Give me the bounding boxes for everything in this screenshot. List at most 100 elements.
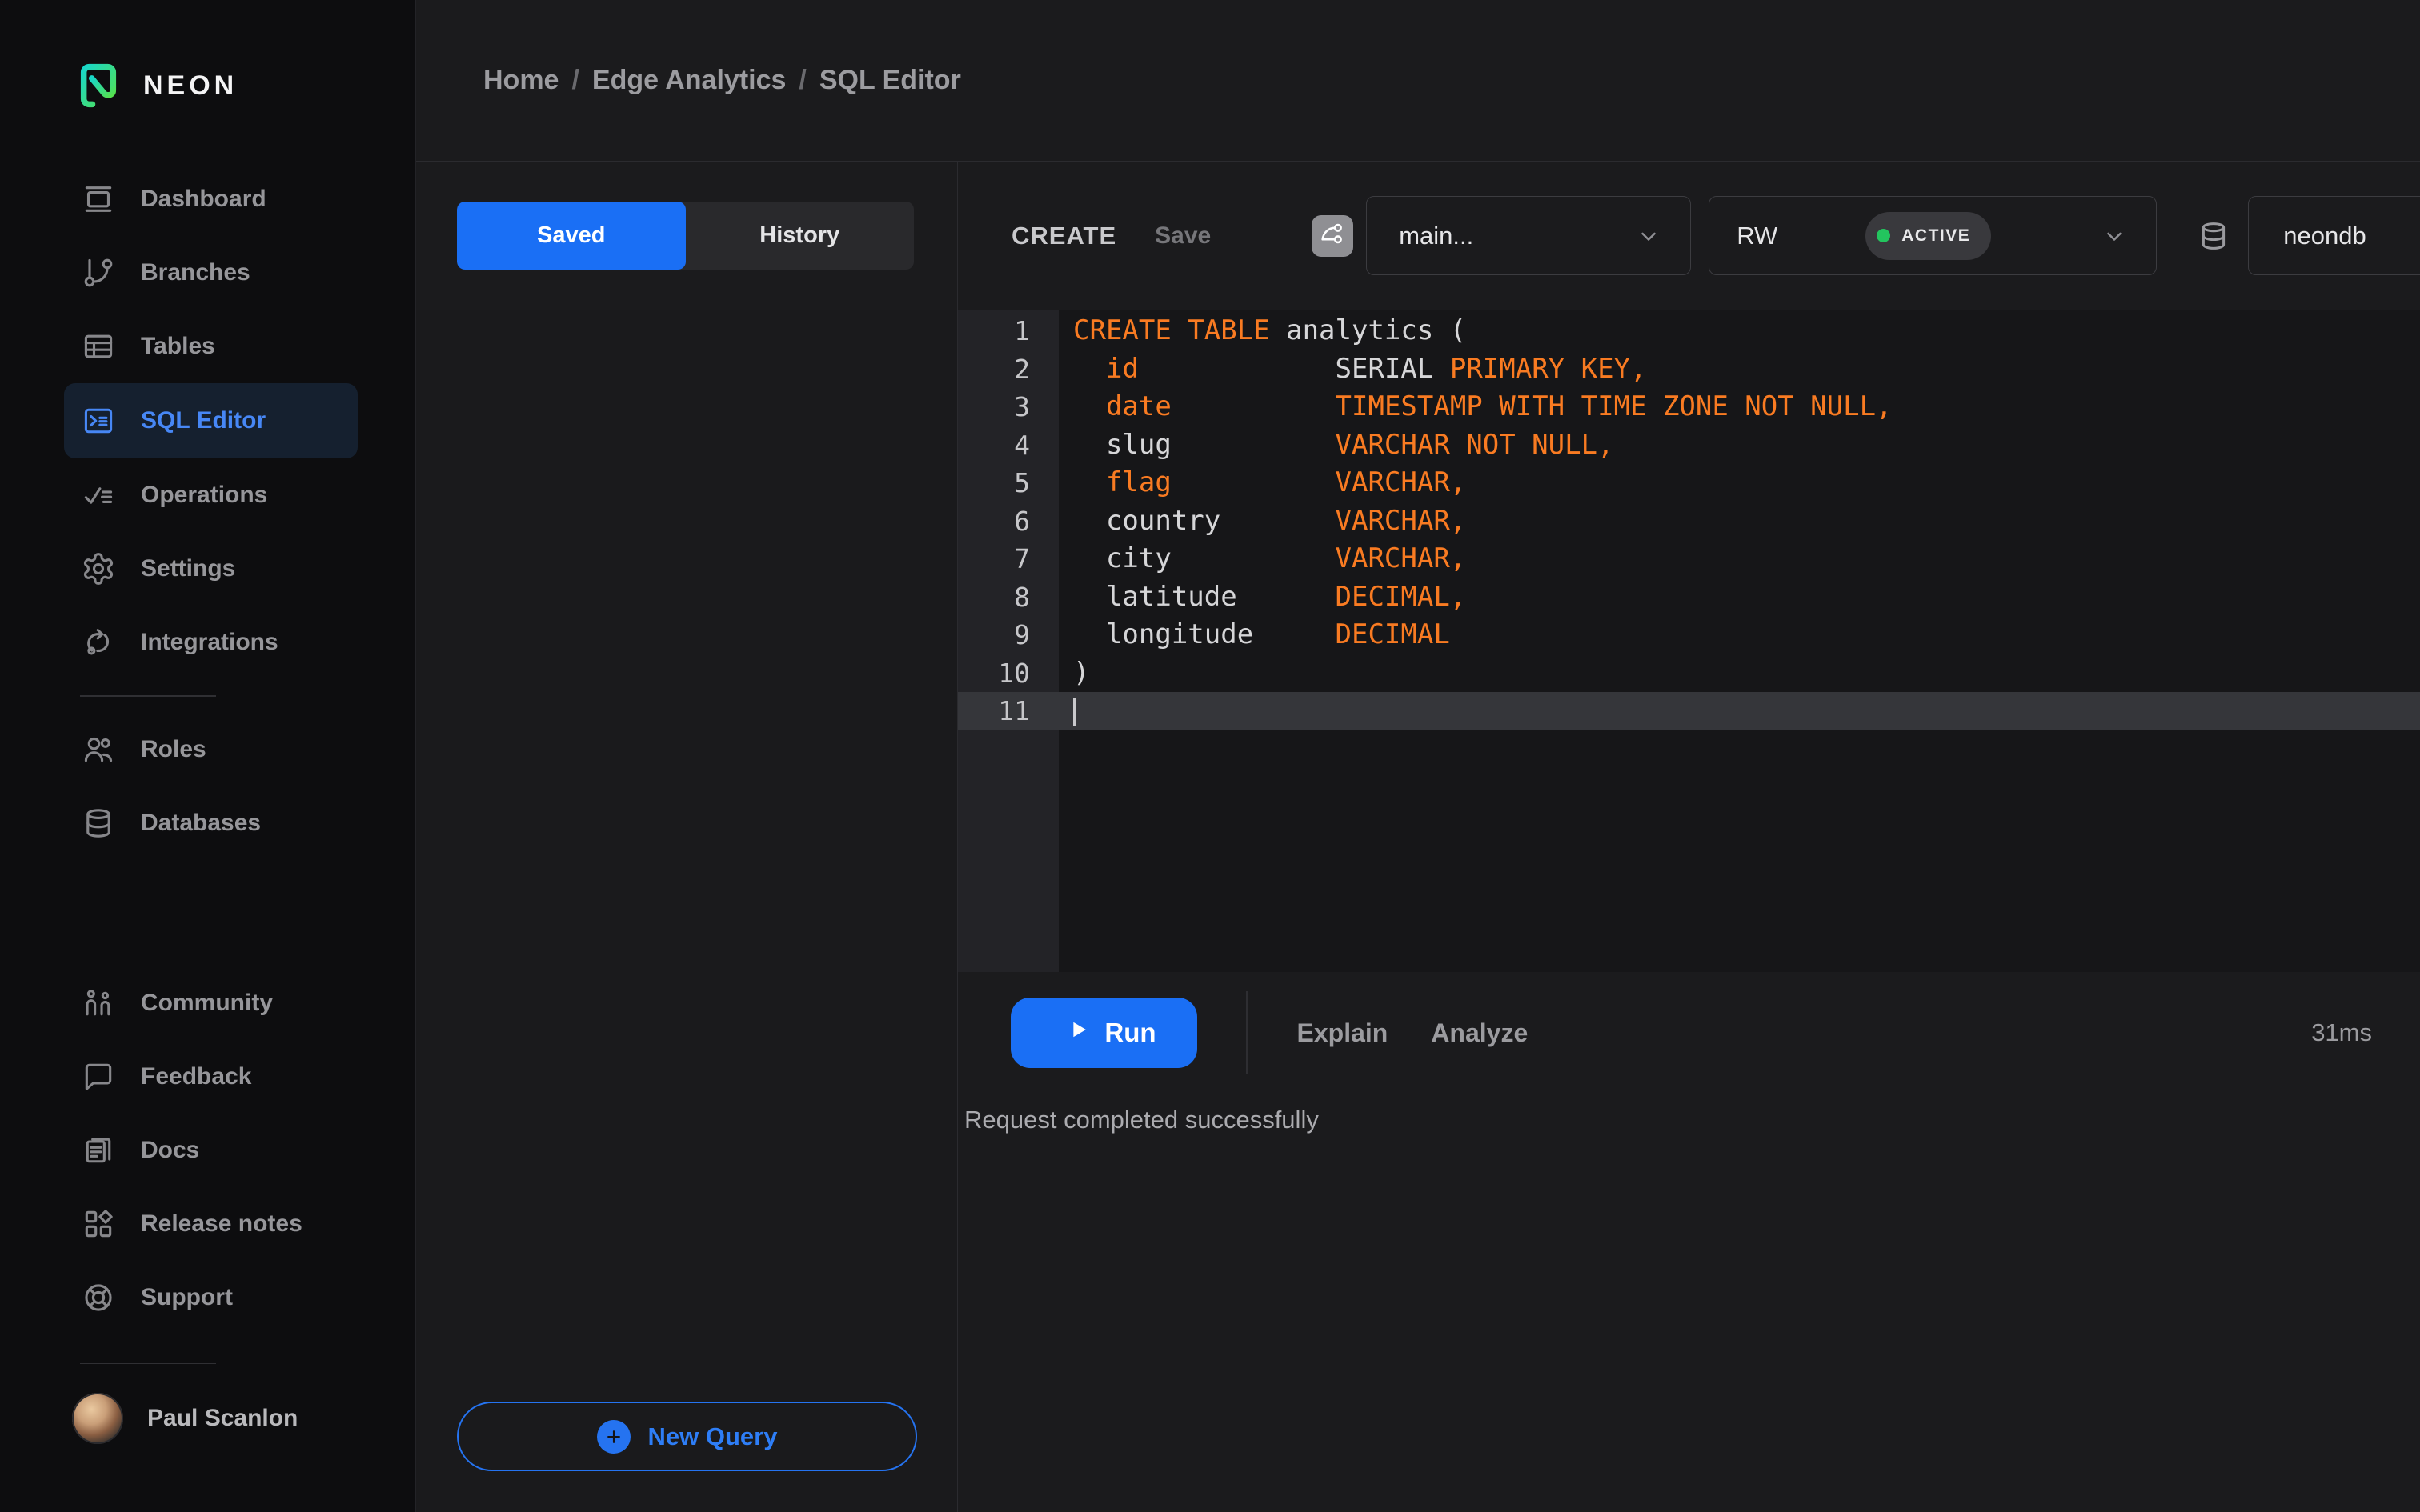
query-title-tab[interactable]: CREATE [1012, 222, 1116, 250]
run-button[interactable]: Run [1011, 998, 1197, 1068]
database-icon [80, 805, 117, 842]
plus-icon [596, 1419, 631, 1454]
sidebar-item-databases[interactable]: Databases [0, 786, 415, 860]
brand-logo[interactable]: NEON [0, 0, 415, 109]
sidebar-item-label: Dashboard [141, 186, 266, 212]
sidebar-item-label: Release notes [141, 1210, 302, 1237]
operations-check-icon [80, 477, 117, 514]
compute-status-badge: ACTIVE [1865, 211, 1992, 260]
sidebar-item-sql-editor[interactable]: SQL Editor [64, 383, 358, 458]
neon-logo-icon [80, 63, 117, 108]
sidebar-item-feedback[interactable]: Feedback [0, 1040, 415, 1114]
saved-queries-panel: New Query [416, 310, 958, 1512]
code-line-2[interactable]: id SERIAL PRIMARY KEY, [1059, 350, 2420, 389]
community-icon [80, 985, 117, 1022]
sidebar-item-label: Feedback [141, 1062, 252, 1090]
sidebar-item-branches[interactable]: Branches [0, 236, 415, 310]
git-branch-icon [80, 254, 117, 291]
code-line-8[interactable]: latitude DECIMAL, [1059, 578, 2420, 617]
sidebar-item-label: Operations [141, 482, 268, 508]
line-number: 8 [1014, 581, 1030, 613]
sidebar-item-roles[interactable]: Roles [0, 713, 415, 786]
chevron-down-icon [2100, 222, 2129, 250]
code-line-9[interactable]: longitude DECIMAL [1059, 616, 2420, 654]
main-area: Home / Edge Analytics / SQL Editor Saved… [416, 0, 2420, 1512]
saved-queries-list [416, 310, 957, 1358]
branch-select[interactable]: main... [1366, 196, 1692, 275]
code-line-7[interactable]: city VARCHAR, [1059, 540, 2420, 578]
sidebar-item-docs[interactable]: Docs [0, 1114, 415, 1187]
database-select[interactable]: neondb [2248, 196, 2420, 275]
database-select-value: neondb [2283, 221, 2366, 250]
sidebar-item-dashboard[interactable]: Dashboard [0, 162, 415, 236]
line-number: 1 [1014, 315, 1030, 346]
code-lines[interactable]: CREATE TABLE analytics ( id SERIAL PRIMA… [1059, 312, 2420, 972]
sql-editor-panel: 1 2 3 4 5 6 7 8 9 10 11 CREATE TABLE analytics ( i… [958, 310, 2420, 1512]
sidebar-item-label: Community [141, 989, 273, 1016]
sidebar-item-support[interactable]: Support [0, 1261, 415, 1334]
breadcrumb-home[interactable]: Home [483, 65, 559, 96]
user-menu[interactable]: Paul Scanlon [0, 1382, 415, 1455]
sidebar-item-label: Settings [141, 555, 236, 582]
chevron-down-icon [1634, 222, 1663, 250]
git-branch-icon [1318, 219, 1347, 252]
saved-history-switch-area: Saved History [416, 162, 958, 310]
sidebar-item-release-notes[interactable]: Release notes [0, 1187, 415, 1261]
docs-icon [80, 1132, 117, 1169]
status-message: Request completed successfully [964, 1106, 1319, 1134]
code-line-6[interactable]: country VARCHAR, [1059, 502, 2420, 541]
compute-select[interactable]: RW ACTIVE [1709, 196, 2158, 275]
line-number: 9 [1014, 619, 1030, 650]
sidebar-divider [80, 695, 216, 697]
editor-toolbar: Saved History CREATE Save main... RW ACT… [416, 162, 2420, 310]
breadcrumb: Home / Edge Analytics / SQL Editor [416, 0, 2420, 162]
line-number: 3 [1014, 391, 1030, 422]
line-number: 6 [1014, 505, 1030, 537]
new-query-button[interactable]: New Query [457, 1402, 917, 1471]
sidebar-divider [80, 1362, 216, 1364]
sidebar-item-settings[interactable]: Settings [0, 532, 415, 606]
sidebar-nav-secondary: Roles Databases [0, 713, 415, 860]
line-number: 10 [998, 657, 1030, 689]
breadcrumb-project[interactable]: Edge Analytics [592, 65, 786, 96]
new-query-label: New Query [647, 1422, 778, 1450]
code-line-5[interactable]: flag VARCHAR, [1059, 464, 2420, 502]
compute-status-label: ACTIVE [1901, 226, 1971, 245]
code-line-3[interactable]: date TIMESTAMP WITH TIME ZONE NOT NULL, [1059, 388, 2420, 426]
table-icon [80, 328, 117, 365]
text-cursor [1073, 697, 1076, 726]
sidebar-nav-primary: Dashboard Branches Tables SQL Editor Operati… [0, 162, 415, 679]
line-number: 11 [998, 695, 1030, 726]
sidebar: NEON Dashboard Branches Tables SQL Editor Op… [0, 0, 416, 1512]
saved-panel-footer: New Query [416, 1358, 957, 1512]
sidebar-item-operations[interactable]: Operations [0, 458, 415, 532]
play-icon [1064, 1016, 1092, 1050]
brand-wordmark: NEON [143, 70, 238, 101]
sidebar-item-label: Roles [141, 735, 206, 762]
code-editor[interactable]: 1 2 3 4 5 6 7 8 9 10 11 CREATE TABLE analytics ( i… [958, 310, 2420, 972]
sidebar-item-label: Databases [141, 809, 262, 836]
tab-saved[interactable]: Saved [457, 202, 686, 270]
sidebar-item-community[interactable]: Community [0, 966, 415, 1040]
explain-button[interactable]: Explain [1297, 1018, 1388, 1048]
tab-history[interactable]: History [686, 202, 915, 270]
sidebar-item-label: Support [141, 1283, 233, 1310]
code-line-1[interactable]: CREATE TABLE analytics ( [1059, 312, 2420, 350]
query-duration: 31ms [2311, 1018, 2372, 1046]
code-line-11[interactable] [1059, 692, 2420, 730]
save-button[interactable]: Save [1155, 222, 1211, 250]
app-window: NEON Dashboard Branches Tables SQL Editor Op… [0, 0, 2420, 1512]
line-numbers: 1 2 3 4 5 6 7 8 9 10 11 [958, 312, 1059, 972]
status-area: Request completed successfully [958, 1094, 2420, 1512]
sidebar-item-integrations[interactable]: Integrations [0, 606, 415, 679]
code-line-10[interactable]: ) [1059, 654, 2420, 693]
users-icon [80, 731, 117, 768]
breadcrumb-page: SQL Editor [819, 65, 961, 95]
code-line-4[interactable]: slug VARCHAR NOT NULL, [1059, 426, 2420, 465]
sidebar-item-label: Docs [141, 1136, 200, 1163]
analyze-button[interactable]: Analyze [1431, 1018, 1528, 1048]
content-row: New Query 1 2 3 4 5 6 7 8 9 10 11 CREATE TABLE ana… [416, 310, 2420, 1512]
branch-icon-button[interactable] [1312, 214, 1354, 257]
sidebar-item-tables[interactable]: Tables [0, 310, 415, 383]
sidebar-item-label: SQL Editor [141, 407, 266, 434]
